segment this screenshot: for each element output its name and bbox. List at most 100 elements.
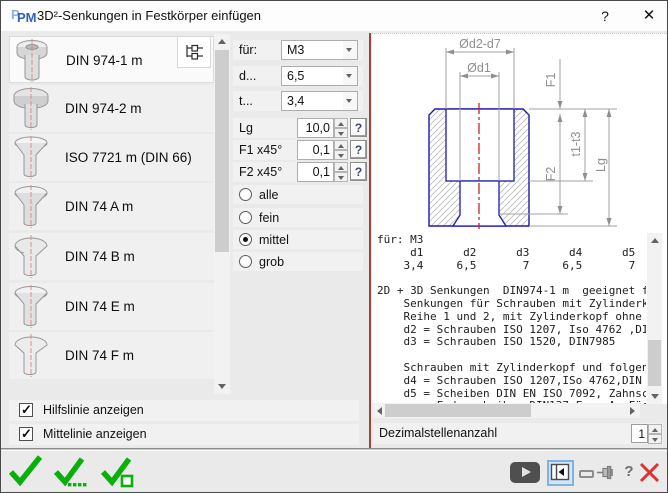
d-combobox[interactable]: 6,5: [281, 66, 358, 86]
f2-stepper[interactable]: [334, 162, 348, 182]
context-help-button[interactable]: ?: [620, 461, 638, 483]
decimal-places-stepper[interactable]: [648, 424, 662, 444]
chevron-down-icon: [651, 394, 659, 399]
radio-icon[interactable]: [239, 211, 252, 224]
chevron-down-icon[interactable]: [343, 41, 357, 59]
chevron-up-icon: [651, 238, 659, 243]
spin-down-icon[interactable]: [334, 128, 348, 138]
field-row-t: t... 3,4: [233, 91, 363, 111]
ok-box-button[interactable]: [99, 453, 139, 491]
list-item-label: DIN 74 F m: [65, 348, 134, 363]
chevron-down-icon[interactable]: [343, 67, 357, 85]
scroll-down-button[interactable]: [214, 379, 230, 394]
pin-button[interactable]: [596, 464, 615, 481]
field-label: F1 x45°: [239, 143, 282, 157]
video-tutorial-button[interactable]: [510, 462, 540, 483]
spin-down-icon[interactable]: [648, 434, 662, 444]
decimal-places-label: Dezimalstellenanzahl: [379, 426, 497, 440]
dim-label-f1: F1: [544, 73, 558, 88]
mittellinie-checkbox-row[interactable]: Mittelinie anzeigen: [9, 424, 359, 445]
countersink-3d-icon: [12, 38, 56, 88]
lg-stepper[interactable]: [334, 118, 348, 138]
scrollbar-thumb[interactable]: [385, 404, 531, 417]
list-scrollbar[interactable]: [214, 34, 230, 394]
tree-icon: [184, 43, 204, 61]
spin-up-icon[interactable]: [334, 162, 348, 172]
lg-input[interactable]: 10,0: [297, 118, 334, 138]
spin-up-icon[interactable]: [648, 424, 662, 434]
scroll-right-button[interactable]: [625, 403, 640, 418]
list-item[interactable]: DIN 74 A m: [9, 183, 214, 230]
chevron-right-icon: [630, 407, 635, 415]
f2-input[interactable]: 0,1: [297, 162, 334, 182]
scrollbar-thumb[interactable]: [648, 340, 661, 386]
countersink-3d-icon: [11, 333, 55, 383]
dialog-window: P PM 3D²-Senkungen in Festkörper einfüge…: [0, 0, 668, 493]
tree-view-button[interactable]: [177, 36, 211, 68]
checkbox-checked-icon[interactable]: [19, 403, 33, 417]
field-row-fuer: für: M3: [233, 40, 363, 60]
cancel-button[interactable]: [637, 460, 662, 485]
list-item-label: DIN 974-1 m: [66, 53, 143, 68]
scroll-up-button[interactable]: [647, 233, 662, 248]
f1-input[interactable]: 0,1: [297, 140, 334, 160]
dock-panel-icon: [549, 462, 571, 483]
ok-options-button[interactable]: [52, 453, 92, 491]
scrollbar-thumb[interactable]: [215, 50, 229, 252]
spin-down-icon[interactable]: [334, 150, 348, 160]
section-drawing: Ød2-d7 Ød1 F1 F2 t1-t3 Lg: [372, 33, 648, 233]
f2-help-button[interactable]: ?: [350, 162, 367, 181]
panel-splitter[interactable]: [369, 33, 371, 448]
checkbox-checked-icon[interactable]: [19, 427, 33, 441]
fuer-combobox[interactable]: M3: [281, 40, 358, 60]
list-item[interactable]: DIN 74 B m: [9, 233, 214, 280]
dock-panel-button[interactable]: [547, 460, 574, 486]
combobox-value: 3,4: [287, 94, 304, 108]
field-row-lg: Lg 10,0: [233, 118, 363, 138]
radio-grob[interactable]: grob: [233, 252, 363, 271]
scroll-down-button[interactable]: [647, 389, 662, 404]
minimize-button[interactable]: [579, 470, 594, 478]
bottom-separator: [1, 448, 668, 451]
spin-up-icon[interactable]: [334, 140, 348, 150]
list-item-label: DIN 74 B m: [65, 249, 135, 264]
ok-button[interactable]: [7, 453, 47, 491]
radio-fein[interactable]: fein: [233, 208, 363, 227]
decimal-places-row: Dezimalstellenanzahl 1: [373, 423, 663, 444]
spin-up-icon[interactable]: [334, 118, 348, 128]
radio-selected-icon[interactable]: [239, 233, 252, 246]
chevron-down-icon[interactable]: [343, 92, 357, 110]
scroll-up-button[interactable]: [214, 34, 230, 49]
chevron-down-icon: [218, 384, 226, 389]
list-item[interactable]: DIN 74 E m: [9, 283, 214, 330]
field-label: t...: [239, 94, 253, 108]
t-combobox[interactable]: 3,4: [281, 91, 358, 111]
list-item[interactable]: DIN 974-2 m: [9, 85, 214, 132]
radio-mittel[interactable]: mittel: [233, 230, 363, 249]
check-box-icon: [99, 453, 137, 489]
spin-down-icon[interactable]: [334, 172, 348, 182]
info-h-scrollbar[interactable]: [372, 403, 640, 418]
info-v-scrollbar[interactable]: [647, 233, 662, 404]
window-close-button[interactable]: ✕: [634, 1, 664, 31]
list-item[interactable]: DIN 74 F m: [9, 332, 214, 379]
list-item[interactable]: ISO 7721 m (DIN 66): [9, 134, 214, 181]
radio-alle[interactable]: alle: [233, 185, 363, 204]
chevron-left-icon: [377, 407, 382, 415]
radio-icon[interactable]: [239, 255, 252, 268]
f1-stepper[interactable]: [334, 140, 348, 160]
lg-help-button[interactable]: ?: [350, 118, 367, 137]
window-title: 3D²-Senkungen in Festkörper einfügen: [37, 8, 261, 23]
pin-icon: [596, 464, 615, 481]
field-row-d: d... 6,5: [233, 66, 363, 86]
combobox-value: 6,5: [287, 69, 304, 83]
dim-label-f2: F2: [544, 167, 558, 182]
decimal-places-input[interactable]: 1: [631, 424, 648, 443]
radio-icon[interactable]: [239, 188, 252, 201]
cancel-x-icon: [637, 460, 662, 485]
window-help-button[interactable]: ?: [590, 1, 620, 31]
f1-help-button[interactable]: ?: [350, 140, 367, 159]
hilfslinie-checkbox-row[interactable]: Hilfslinie anzeigen: [9, 400, 359, 421]
countersink-3d-icon: [11, 86, 55, 136]
list-item-label: ISO 7721 m (DIN 66): [65, 150, 192, 165]
